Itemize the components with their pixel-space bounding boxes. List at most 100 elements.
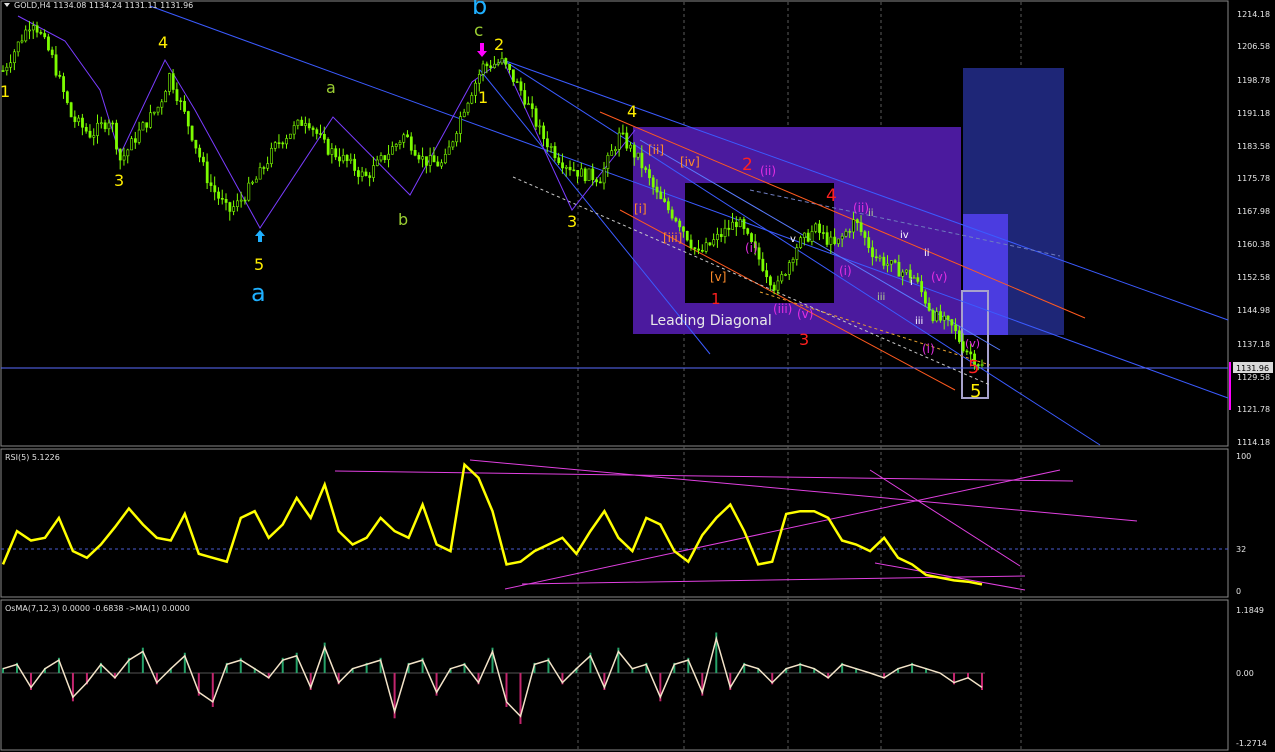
candle-body: [534, 108, 538, 127]
price-tick: 1160.38: [1237, 240, 1270, 249]
candle-body: [5, 66, 9, 71]
wave-label: iv: [900, 230, 909, 241]
candle-body: [840, 235, 844, 240]
candle-body: [304, 123, 307, 126]
candle-body: [568, 166, 572, 171]
candle-body: [742, 219, 746, 229]
candle-body: [602, 168, 606, 184]
candle-body: [530, 103, 534, 109]
candle-body: [364, 171, 368, 176]
candle-body: [863, 231, 867, 238]
candle-body: [228, 202, 232, 212]
wave-label: b: [472, 0, 487, 20]
candle-body: [704, 242, 708, 252]
candle-body: [564, 166, 568, 169]
wave-label: (i): [839, 264, 852, 278]
candle-body: [179, 100, 183, 103]
candle-body: [882, 256, 886, 266]
candle-body: [266, 163, 270, 169]
candle-body: [281, 142, 285, 145]
candle-body: [273, 142, 277, 149]
candle-body: [878, 256, 882, 259]
candle-body: [485, 63, 489, 67]
candle-body: [462, 111, 466, 117]
candle-body: [9, 62, 13, 68]
wave-label: 3: [799, 330, 809, 349]
price-tick: 1214.18: [1237, 10, 1270, 19]
candle-body: [88, 130, 92, 138]
candle-body: [307, 123, 311, 129]
candle-body: [772, 284, 776, 291]
candle-body: [164, 91, 168, 103]
price-tick: 1114.18: [1237, 438, 1270, 447]
candle-body: [511, 69, 515, 82]
wave-label: [ii]: [648, 143, 664, 157]
osma-header: OsMA(7,12,3) 0.0000 -0.6838 ->MA(1) 0.00…: [5, 604, 190, 613]
candle-body: [440, 162, 443, 167]
wave-label: (ii): [853, 201, 869, 215]
candle-body: [28, 29, 31, 32]
wave-label: 3: [567, 212, 577, 231]
candle-body: [247, 182, 251, 201]
wave-label: 2: [742, 155, 753, 175]
candle-body: [580, 168, 583, 177]
candle-body: [470, 95, 474, 104]
candle-body: [341, 154, 345, 162]
wave-label: [v]: [710, 270, 726, 284]
wave-label: 5: [254, 255, 264, 274]
candle-body: [572, 169, 576, 172]
rsi-tick: 100: [1236, 452, 1251, 461]
wave-label: [iii]: [663, 231, 682, 245]
wave-label: 1: [0, 82, 10, 101]
candle-body: [538, 125, 542, 128]
candle-body: [262, 167, 266, 169]
rsi-axis: 100 32 0: [1236, 452, 1251, 596]
candle-body: [35, 25, 39, 33]
navy-inner-box: [963, 214, 1008, 335]
candle-body: [746, 228, 750, 234]
candle-body: [924, 291, 927, 304]
candle-body: [920, 281, 924, 293]
candle-body: [432, 155, 436, 163]
candle-body: [345, 154, 349, 161]
candle-body: [504, 58, 508, 65]
candle-body: [160, 101, 164, 108]
candle-body: [969, 351, 973, 355]
candle-body: [353, 158, 357, 171]
candle-body: [693, 247, 697, 250]
wave-label: 3: [114, 171, 124, 190]
candle-body: [357, 170, 360, 177]
candle-body: [931, 310, 935, 322]
candle-body: [678, 220, 682, 228]
candle-body: [716, 234, 719, 240]
candle-body: [776, 280, 780, 291]
candle-body: [727, 227, 731, 230]
wave-label: 4: [627, 102, 637, 121]
candle-body: [655, 186, 659, 193]
candle-body: [145, 122, 149, 128]
wave-label: c: [474, 21, 483, 41]
candle-body: [391, 146, 394, 155]
candle-body: [674, 217, 678, 222]
wave-label: a: [251, 279, 266, 307]
candle-body: [757, 247, 761, 260]
candle-body: [251, 181, 254, 184]
candle-body: [912, 277, 916, 279]
wave-label: (v): [931, 270, 947, 284]
candle-body: [901, 271, 905, 277]
candle-body: [149, 112, 152, 128]
candle-body: [897, 261, 901, 277]
candle-body: [697, 248, 701, 251]
candle-body: [258, 167, 262, 180]
candle-body: [500, 58, 504, 64]
candle-body: [130, 138, 134, 151]
candle-body: [428, 155, 432, 166]
wave-label: ii: [868, 208, 874, 219]
candle-body: [905, 269, 908, 273]
candle-body: [644, 167, 648, 170]
candle-body: [183, 100, 186, 112]
candle-body: [474, 82, 477, 96]
candle-body: [213, 185, 217, 193]
candle-body: [270, 147, 273, 164]
candle-body: [375, 159, 379, 166]
